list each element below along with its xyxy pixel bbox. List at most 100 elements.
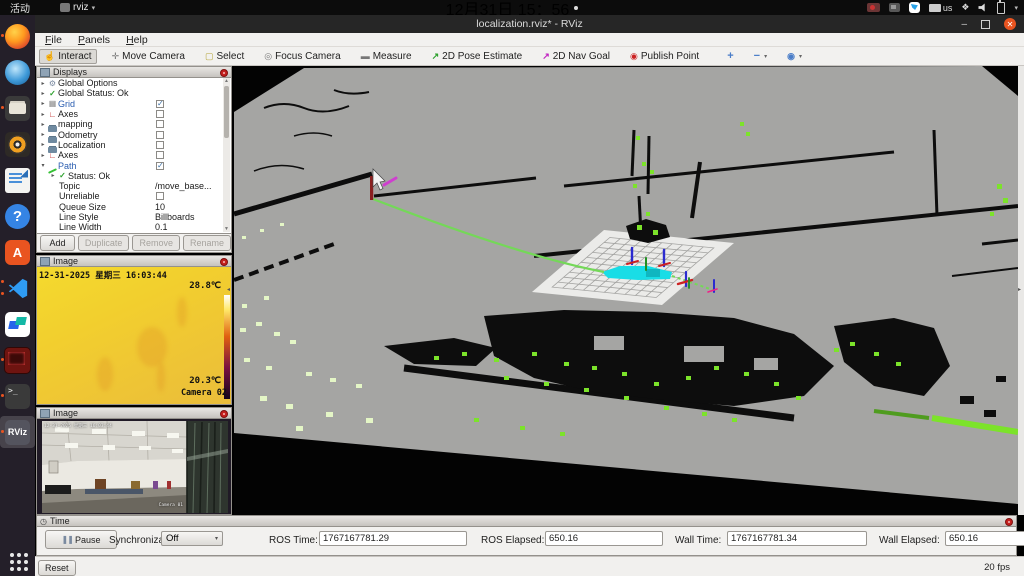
display-row-path[interactable]: Path [37, 160, 231, 170]
checkbox[interactable] [156, 141, 164, 149]
splitter-collapse-left-icon[interactable]: ◂ [227, 286, 230, 293]
checkbox[interactable] [156, 162, 164, 170]
sync-select[interactable]: Off▾ [161, 531, 223, 546]
panel-close-icon[interactable] [1005, 518, 1013, 526]
reset-button[interactable]: Reset [38, 560, 76, 576]
dock-item-firefox[interactable] [0, 20, 35, 52]
add-tool-button[interactable]: + [722, 48, 738, 64]
image2-panel-header[interactable]: Image [36, 407, 232, 419]
add-button[interactable]: Add [40, 235, 75, 251]
tool-select[interactable]: ▢Select [200, 49, 249, 64]
wall-time-input[interactable] [727, 531, 867, 546]
tool-2d-nav-goal[interactable]: ↗2D Nav Goal [537, 49, 615, 64]
expander-icon[interactable] [39, 162, 47, 169]
ros-elapsed-input[interactable] [545, 531, 663, 546]
expander-icon[interactable] [39, 111, 47, 118]
dock-item-terminal[interactable] [0, 380, 35, 412]
pause-button[interactable]: ❚❚Pause [45, 530, 117, 549]
viewport-3d[interactable] [234, 66, 1018, 515]
screenshare-icon[interactable] [889, 3, 900, 12]
checkbox[interactable] [156, 151, 164, 159]
dock-item-show-applications[interactable] [0, 545, 35, 576]
property-row-queue-size[interactable]: Queue Size10 [37, 202, 231, 212]
measure-icon: ▬ [361, 51, 370, 61]
duplicate-button[interactable]: Duplicate [78, 235, 130, 251]
display-row-axes2[interactable]: Axes [37, 150, 231, 160]
dock-item-red-terminal[interactable] [0, 344, 35, 376]
checkbox[interactable] [156, 192, 164, 200]
app-menu[interactable]: rviz ▾ [60, 2, 95, 13]
checkbox[interactable] [156, 131, 164, 139]
property-row-line-width[interactable]: Line Width0.1 [37, 222, 231, 232]
expander-icon[interactable] [39, 90, 47, 97]
splitter-collapse-right-icon[interactable]: ▸ [1018, 286, 1021, 293]
close-button[interactable]: ✕ [1004, 18, 1016, 30]
property-row-topic[interactable]: Topic/move_base... [37, 181, 231, 191]
dock-item-vscode[interactable] [0, 272, 35, 304]
time-panel-header[interactable]: ◷ Time [36, 515, 1017, 527]
window-title-bar[interactable]: localization.rviz* - RViz – ✕ [35, 15, 1024, 33]
wall-elapsed-input[interactable] [945, 531, 1024, 546]
display-row-axes[interactable]: Axes [37, 109, 231, 119]
dock-item-rhythmbox[interactable] [0, 128, 35, 160]
volume-icon[interactable] [978, 3, 988, 12]
ros-time-input[interactable] [319, 531, 467, 546]
checkbox[interactable] [156, 120, 164, 128]
dock-item-teal-app[interactable] [0, 308, 35, 340]
remove-button[interactable]: Remove [132, 235, 180, 251]
dock-item-files[interactable] [0, 92, 35, 124]
panel-close-icon[interactable] [220, 258, 228, 266]
menu-panels[interactable]: Panels [78, 34, 110, 46]
tool-publish-point[interactable]: ◉Publish Point [625, 49, 704, 64]
dock-item-help[interactable]: ? [0, 200, 35, 232]
tool-interact[interactable]: ☝Interact [39, 49, 97, 64]
display-row[interactable]: Global Options [37, 78, 231, 88]
expander-icon[interactable] [39, 131, 47, 138]
display-row-mapping[interactable]: mapping [37, 119, 231, 129]
property-row-unreliable[interactable]: Unreliable [37, 191, 231, 201]
battery-icon[interactable] [997, 2, 1005, 14]
screen-record-icon[interactable] [867, 3, 880, 12]
scrollbar[interactable]: ▲▼ [223, 78, 230, 232]
tool-move-camera[interactable]: ✛Move Camera [107, 49, 190, 64]
maximize-button[interactable] [981, 20, 990, 29]
checkbox[interactable] [156, 100, 164, 108]
system-tray[interactable]: us ❖ ▾ [867, 0, 1018, 15]
expander-icon[interactable] [49, 172, 57, 179]
panel-close-icon[interactable] [220, 410, 228, 418]
expander-icon[interactable] [39, 100, 47, 107]
dock-item-libreoffice[interactable] [0, 164, 35, 196]
tool-measure[interactable]: ▬Measure [356, 49, 417, 64]
remove-tool-button[interactable]: −▾ [749, 48, 772, 64]
chat-app-icon[interactable] [909, 2, 920, 13]
keyboard-layout-label[interactable]: us [943, 3, 953, 13]
property-row-line-style[interactable]: Line StyleBillboards [37, 212, 231, 222]
expander-icon[interactable] [39, 80, 47, 87]
tool-focus-camera[interactable]: ◎Focus Camera [259, 49, 345, 64]
display-row-grid[interactable]: Grid [37, 99, 231, 109]
rename-button[interactable]: Rename [183, 235, 231, 251]
display-row-localization[interactable]: Localization [37, 140, 231, 150]
display-row-status[interactable]: Status: Ok [37, 171, 231, 181]
chevron-down-icon[interactable]: ▾ [1014, 4, 1018, 12]
minimize-button[interactable]: – [961, 19, 967, 30]
checkbox[interactable] [156, 110, 164, 118]
expander-icon[interactable] [39, 141, 47, 148]
expander-icon[interactable] [39, 121, 47, 128]
scrollbar-thumb[interactable] [224, 86, 229, 138]
tool-properties-button[interactable]: ◉▾ [782, 49, 807, 64]
expander-icon[interactable] [39, 152, 47, 159]
tool-2d-pose-estimate[interactable]: ↗2D Pose Estimate [427, 49, 528, 64]
image1-panel-header[interactable]: Image [36, 255, 232, 267]
menu-file[interactable]: File [45, 34, 62, 46]
display-row-odometry[interactable]: Odometry [37, 129, 231, 139]
network-icon[interactable]: ❖ [961, 2, 969, 13]
dock-item-rviz[interactable]: RViz [0, 416, 35, 448]
activities-button[interactable]: 活动 [10, 0, 30, 15]
display-row[interactable]: Global Status: Ok [37, 88, 231, 98]
displays-panel-header[interactable]: Displays [36, 66, 232, 78]
menu-help[interactable]: Help [126, 34, 148, 46]
dock-item-ubuntu-software[interactable]: A [0, 236, 35, 268]
panel-close-icon[interactable] [220, 69, 228, 77]
dock-item-thunderbird[interactable] [0, 56, 35, 88]
